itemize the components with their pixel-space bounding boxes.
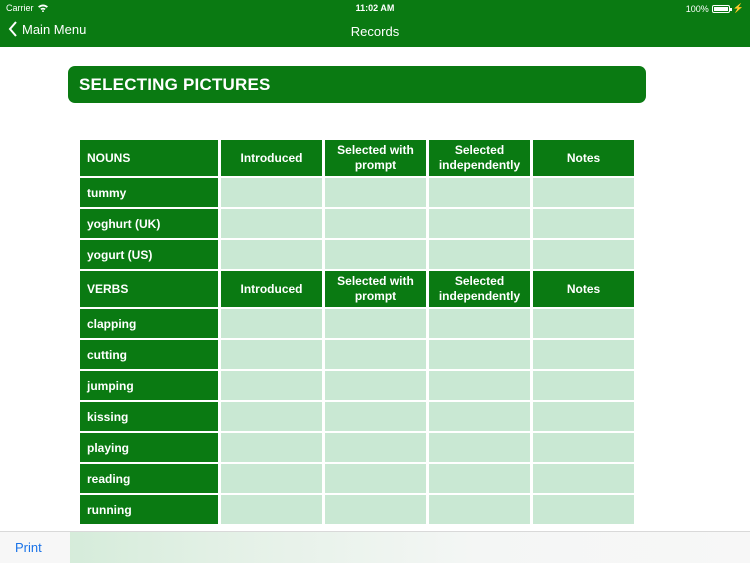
print-button[interactable]: Print xyxy=(15,540,42,555)
record-cell[interactable] xyxy=(325,209,426,238)
table-row: running xyxy=(80,495,634,524)
column-header: Notes xyxy=(533,140,634,176)
record-cell[interactable] xyxy=(429,371,530,400)
page-heading: SELECTING PICTURES xyxy=(68,66,646,103)
table-row: cutting xyxy=(80,340,634,369)
record-cell[interactable] xyxy=(533,371,634,400)
record-cell[interactable] xyxy=(221,309,322,338)
record-cell[interactable] xyxy=(325,495,426,524)
record-cell[interactable] xyxy=(221,240,322,269)
row-label: running xyxy=(80,495,218,524)
table-row: clapping xyxy=(80,309,634,338)
column-header: Selected with prompt xyxy=(325,140,426,176)
row-label: kissing xyxy=(80,402,218,431)
table-row: playing xyxy=(80,433,634,462)
record-cell[interactable] xyxy=(533,178,634,207)
record-cell[interactable] xyxy=(533,464,634,493)
row-label: jumping xyxy=(80,371,218,400)
record-cell[interactable] xyxy=(429,402,530,431)
row-label: clapping xyxy=(80,309,218,338)
record-cell[interactable] xyxy=(221,340,322,369)
record-cell[interactable] xyxy=(429,495,530,524)
navigation-bar: Main Menu Records xyxy=(0,16,750,47)
record-page: SELECTING PICTURES NOUNS Introduced Select… xyxy=(10,47,739,531)
record-cell[interactable] xyxy=(221,402,322,431)
record-cell[interactable] xyxy=(325,402,426,431)
record-cell[interactable] xyxy=(533,209,634,238)
column-header: Introduced xyxy=(221,140,322,176)
charging-icon: ⚡ xyxy=(732,3,744,13)
section-header-row: VERBS Introduced Selected with prompt Selec… xyxy=(80,271,634,307)
table-row: reading xyxy=(80,464,634,493)
status-time: 11:02 AM xyxy=(355,3,395,13)
record-cell[interactable] xyxy=(221,209,322,238)
table-row: jumping xyxy=(80,371,634,400)
table-row: kissing xyxy=(80,402,634,431)
record-cell[interactable] xyxy=(221,495,322,524)
column-header: Introduced xyxy=(221,271,322,307)
row-label: tummy xyxy=(80,178,218,207)
section-title: VERBS xyxy=(80,271,218,307)
record-cell[interactable] xyxy=(429,309,530,338)
record-cell[interactable] xyxy=(429,340,530,369)
table-row: yogurt (US) xyxy=(80,240,634,269)
records-table: NOUNS Introduced Selected with prompt Selec… xyxy=(77,138,637,526)
record-cell[interactable] xyxy=(221,464,322,493)
table-row: yoghurt (UK) xyxy=(80,209,634,238)
record-cell[interactable] xyxy=(221,371,322,400)
record-cell[interactable] xyxy=(325,371,426,400)
record-cell[interactable] xyxy=(533,495,634,524)
record-cell[interactable] xyxy=(429,240,530,269)
row-label: yoghurt (UK) xyxy=(80,209,218,238)
status-bar: Carrier 11:02 AM 100% ⚡ xyxy=(0,0,750,16)
battery-icon xyxy=(711,4,732,13)
record-cell[interactable] xyxy=(533,240,634,269)
record-cell[interactable] xyxy=(221,433,322,462)
record-cell[interactable] xyxy=(429,464,530,493)
record-cell[interactable] xyxy=(325,433,426,462)
nav-title: Records xyxy=(350,24,400,39)
section-title: NOUNS xyxy=(80,140,218,176)
record-cell[interactable] xyxy=(221,178,322,207)
column-header: Notes xyxy=(533,271,634,307)
record-cell[interactable] xyxy=(325,464,426,493)
record-cell[interactable] xyxy=(325,240,426,269)
row-label: cutting xyxy=(80,340,218,369)
top-bar: Carrier 11:02 AM 100% ⚡ Main Menu Record… xyxy=(0,0,750,47)
column-header: Selected with prompt xyxy=(325,271,426,307)
row-label: reading xyxy=(80,464,218,493)
scroll-fade xyxy=(70,532,750,563)
table-row: tummy xyxy=(80,178,634,207)
row-label: yogurt (US) xyxy=(80,240,218,269)
record-cell[interactable] xyxy=(533,309,634,338)
battery-percent: 100% xyxy=(685,3,709,14)
battery-info: 100% ⚡ xyxy=(686,3,744,14)
record-cell[interactable] xyxy=(533,433,634,462)
row-label: playing xyxy=(80,433,218,462)
bottom-toolbar: Print xyxy=(0,531,750,563)
record-cell[interactable] xyxy=(533,402,634,431)
record-cell[interactable] xyxy=(429,178,530,207)
column-header: Selected independently xyxy=(429,271,530,307)
record-cell[interactable] xyxy=(429,209,530,238)
record-cell[interactable] xyxy=(325,178,426,207)
section-header-row: NOUNS Introduced Selected with prompt Selec… xyxy=(80,140,634,176)
column-header: Selected independently xyxy=(429,140,530,176)
record-cell[interactable] xyxy=(325,309,426,338)
record-cell[interactable] xyxy=(429,433,530,462)
record-cell[interactable] xyxy=(533,340,634,369)
record-cell[interactable] xyxy=(325,340,426,369)
